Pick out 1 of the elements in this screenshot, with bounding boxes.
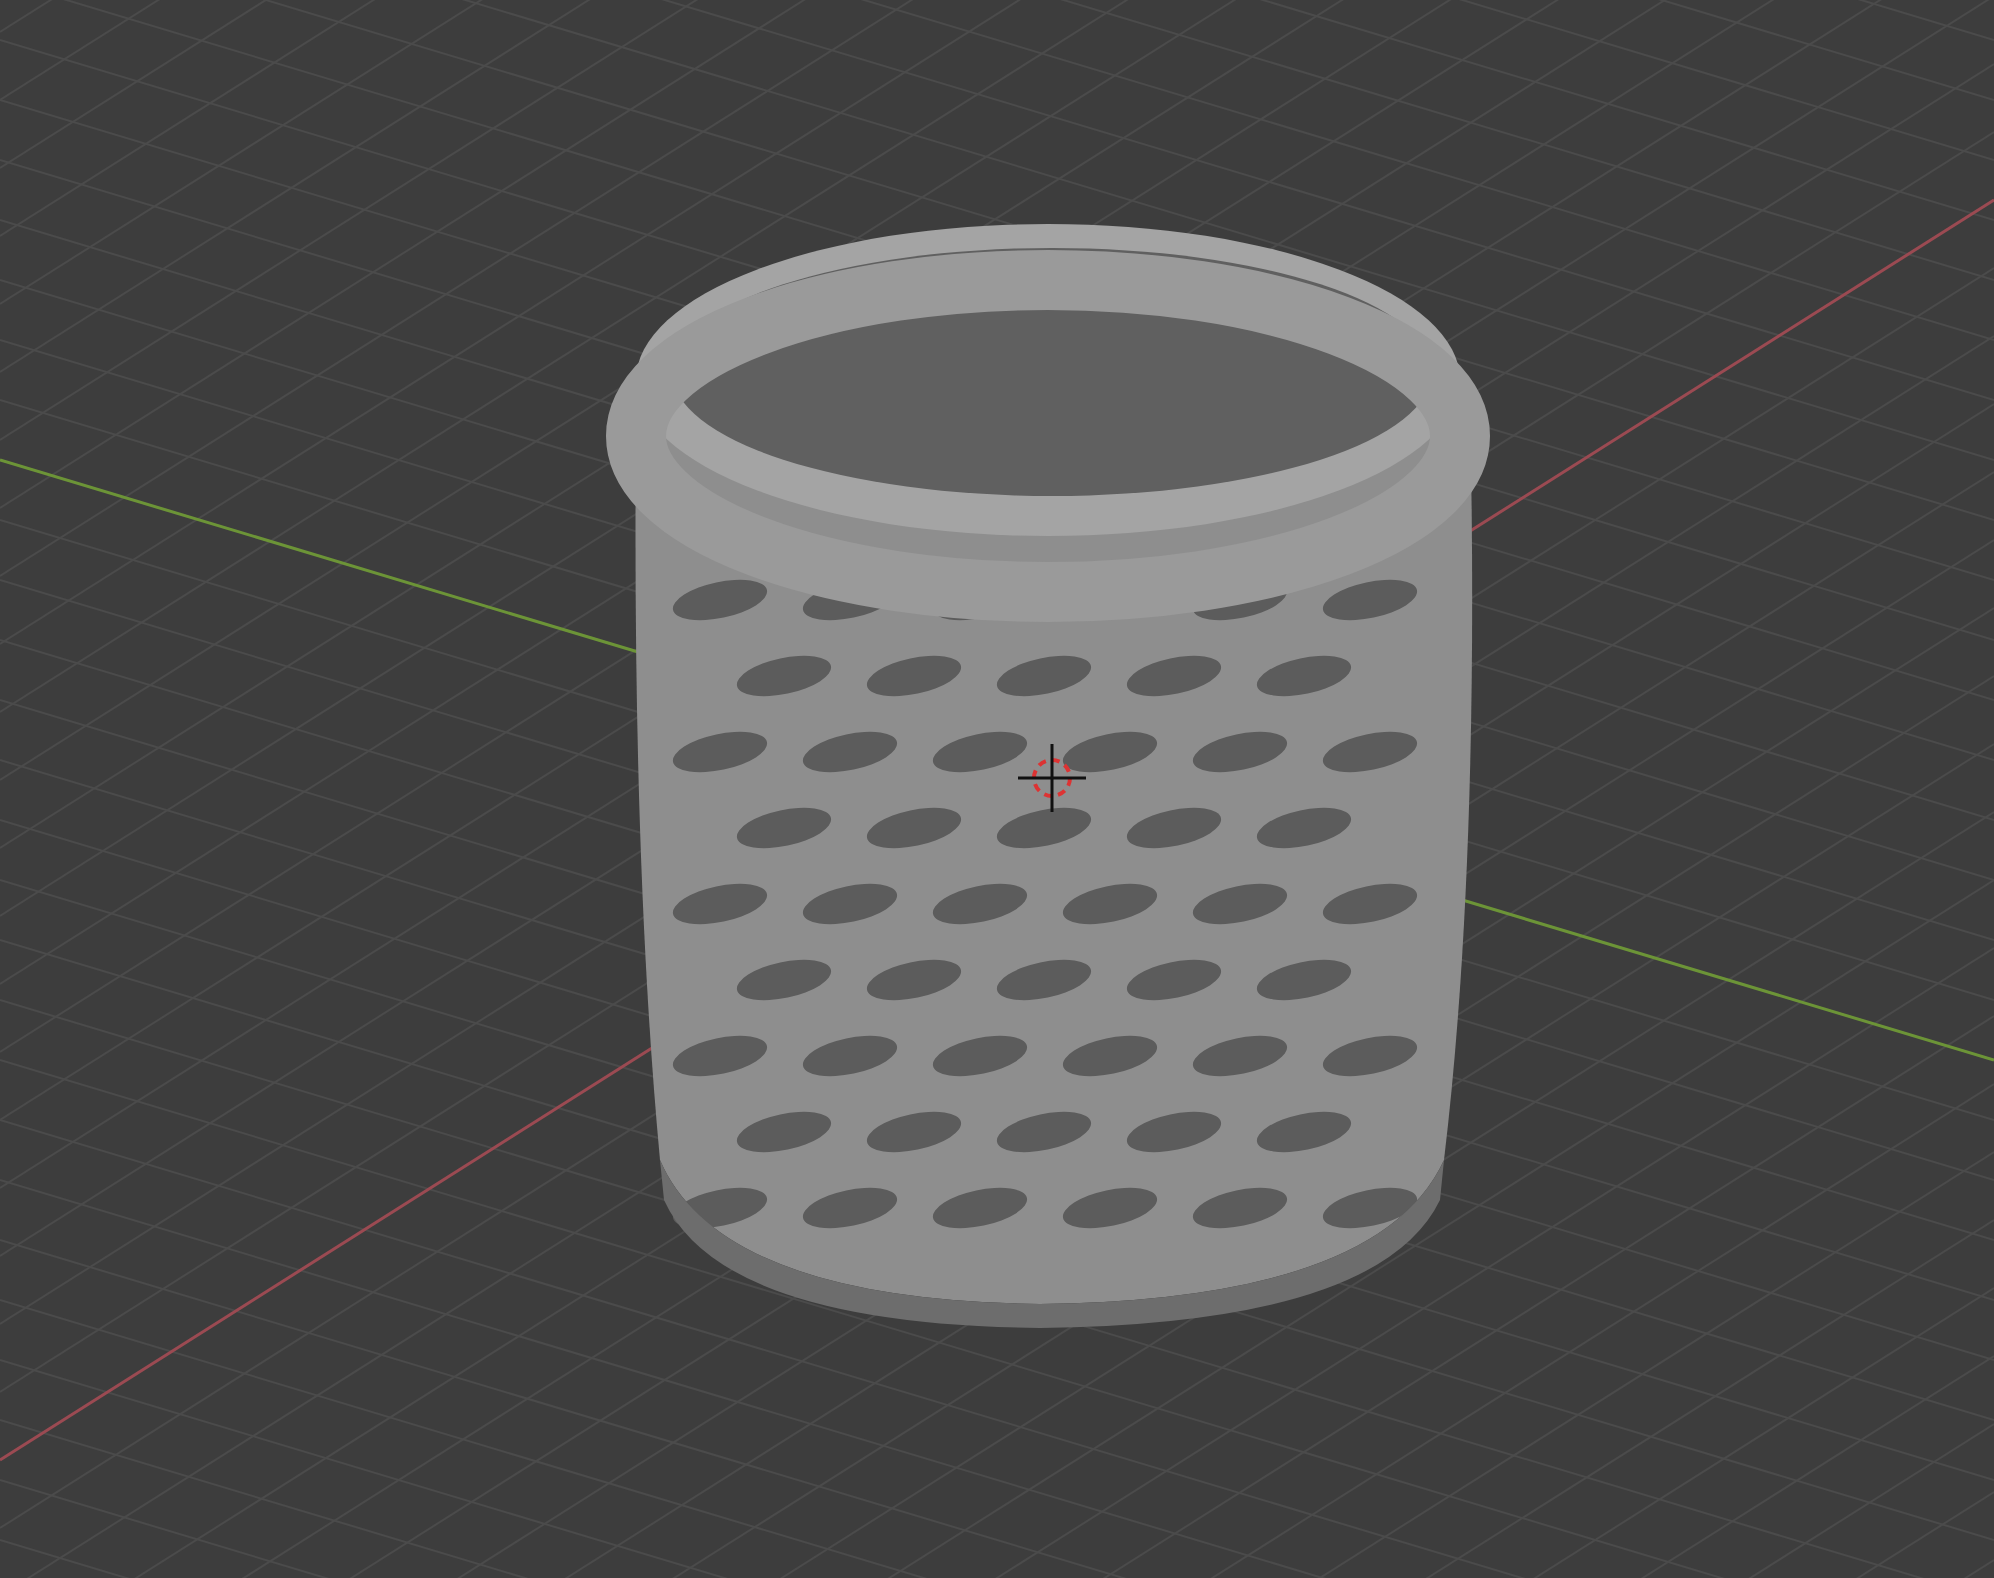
3d-cursor-icon[interactable] xyxy=(1018,744,1086,812)
